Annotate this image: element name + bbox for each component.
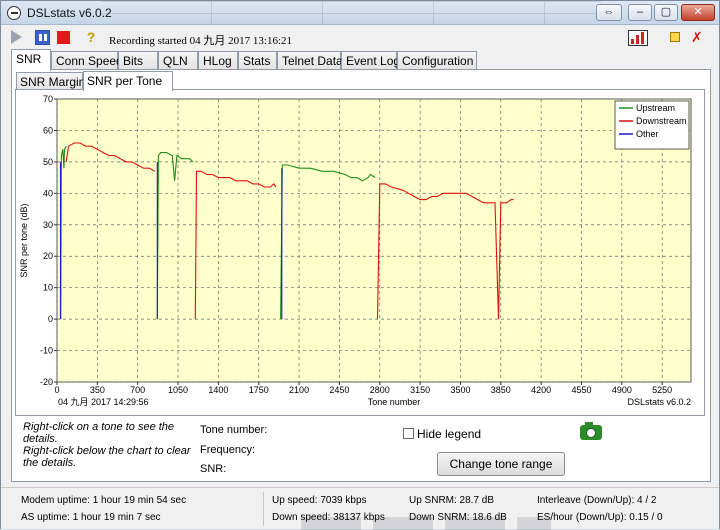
y-tick-label: 0 <box>48 314 53 324</box>
chart-window-icon[interactable] <box>628 30 648 46</box>
toolbar: ? Recording started 04 九月 2017 13:16:21 … <box>1 26 719 50</box>
subtab-snr-per-tone[interactable]: SNR per Tone <box>83 71 173 91</box>
x-tick-label: 5250 <box>652 385 672 395</box>
maximize-button[interactable]: ▢ <box>654 4 678 21</box>
play-icon[interactable] <box>11 30 22 44</box>
legend-entry: Upstream <box>636 103 675 113</box>
y-tick-label: 10 <box>43 283 53 293</box>
x-tick-label: 0 <box>54 385 59 395</box>
up-speed: Up speed: 7039 kbps <box>272 495 367 506</box>
recording-status: Recording started 04 九月 2017 13:16:21 <box>109 35 293 47</box>
app-logo-icon <box>7 6 21 20</box>
title-bar[interactable]: DSLstats v6.0.2 ⇔ – ▢ ✕ <box>1 1 719 25</box>
x-tick-label: 1400 <box>208 385 228 395</box>
x-tick-label: 2100 <box>289 385 309 395</box>
minimize-button[interactable]: – <box>628 4 652 21</box>
tab-event-log[interactable]: Event Log <box>341 51 400 70</box>
window-title: DSLstats v6.0.2 <box>27 6 112 20</box>
snr-per-tone-chart[interactable]: -20-100102030405060700 350 700 1050 1400 1750… <box>15 89 705 416</box>
subtab-snr-margin[interactable]: SNR Margin <box>16 72 85 90</box>
modem-uptime: Modem uptime: 1 hour 19 min 54 sec <box>21 495 187 506</box>
tab-conn-speed[interactable]: Conn Speed <box>51 51 123 70</box>
up-snrm: Up SNRM: 28.7 dB <box>409 495 495 506</box>
chart-legend: Upstream Downstream Other <box>614 100 690 150</box>
tab-snr[interactable]: SNR <box>11 49 51 71</box>
x-tick-label: 1750 <box>249 385 269 395</box>
y-tick-label: 60 <box>43 125 53 135</box>
interleave: Interleave (Down/Up): 4 / 2 <box>537 495 657 506</box>
y-tick-label: 40 <box>43 188 53 198</box>
exit-icon[interactable]: ✗ <box>691 29 703 46</box>
tab-stats[interactable]: Stats <box>238 51 277 70</box>
y-tick-label: 20 <box>43 251 53 261</box>
tone-details-area[interactable]: Right-click on a tone to see the details… <box>15 417 705 479</box>
legend-entry: Downstream <box>636 116 687 126</box>
y-axis-label: SNR per tone (dB) <box>19 203 29 277</box>
tab-telnet-data[interactable]: Telnet Data <box>277 51 343 70</box>
background-window-ghost-bottom <box>301 517 551 530</box>
y-tick-label: 30 <box>43 220 53 230</box>
as-uptime: AS uptime: 1 hour 19 min 7 sec <box>21 512 161 523</box>
plot-area[interactable] <box>56 98 692 383</box>
pause-icon[interactable] <box>35 30 50 45</box>
dock-button[interactable]: ⇔ <box>596 4 622 21</box>
frequency-label: Frequency: <box>200 444 256 456</box>
x-tick-label: 3500 <box>450 385 470 395</box>
y-tick-label: -20 <box>40 377 53 387</box>
tone-number-label: Tone number: <box>200 424 268 436</box>
chart-watermark: DSLstats v6.0.2 <box>627 397 691 407</box>
x-tick-label: 350 <box>90 385 105 395</box>
window-restore-icon[interactable] <box>670 32 680 42</box>
chart-timestamp: 04 九月 2017 14:29:56 <box>58 397 149 407</box>
x-tick-label: 2800 <box>370 385 390 395</box>
y-tick-label: 70 <box>43 94 53 104</box>
x-tick-label: 3850 <box>491 385 511 395</box>
y-tick-label: 50 <box>43 157 53 167</box>
es-per-hour: ES/hour (Down/Up): 0.15 / 0 <box>537 512 663 523</box>
change-tone-range-button[interactable]: Change tone range <box>437 452 565 476</box>
status-divider <box>263 492 264 526</box>
legend-entry: Other <box>636 129 659 139</box>
x-tick-label: 4200 <box>531 385 551 395</box>
camera-icon[interactable] <box>580 422 602 440</box>
snr-label: SNR: <box>200 463 227 475</box>
hint-line-2: Right-click below the chart to clear the… <box>23 445 191 469</box>
details-hint: Right-click on a tone to see the details… <box>23 421 193 469</box>
hide-legend-label[interactable]: Hide legend <box>417 427 481 441</box>
background-window-ghost <box>101 1 601 25</box>
tab-hlog[interactable]: HLog <box>198 51 238 70</box>
x-tick-label: 4550 <box>571 385 591 395</box>
app-window: DSLstats v6.0.2 ⇔ – ▢ ✕ ? Recording star… <box>0 0 720 530</box>
stop-icon[interactable] <box>57 31 70 44</box>
close-window-button[interactable]: ✕ <box>681 4 715 21</box>
x-axis-label: Tone number <box>368 397 421 407</box>
hint-line-1: Right-click on a tone to see the details… <box>23 421 175 445</box>
tab-bits[interactable]: Bits <box>118 51 158 70</box>
x-tick-label: 3150 <box>410 385 430 395</box>
help-icon[interactable]: ? <box>83 29 99 45</box>
x-tick-label: 700 <box>130 385 145 395</box>
tab-configuration[interactable]: Configuration <box>397 51 477 70</box>
x-tick-label: 1050 <box>168 385 188 395</box>
y-tick-label: -10 <box>40 346 53 356</box>
x-tick-label: 4900 <box>612 385 632 395</box>
hide-legend-checkbox[interactable] <box>403 428 414 439</box>
tab-qln[interactable]: QLN <box>158 51 198 70</box>
x-tick-label: 2450 <box>329 385 349 395</box>
